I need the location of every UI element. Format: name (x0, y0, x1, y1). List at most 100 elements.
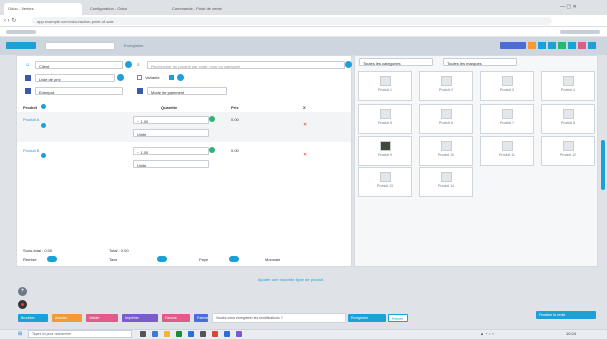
warehouse-select[interactable]: Entrepot (35, 87, 123, 95)
validate-button[interactable]: Valider (86, 314, 118, 322)
toolbar-icon-button[interactable] (538, 42, 546, 49)
payment-select[interactable]: Mode de paiement (147, 87, 227, 95)
discount-label: Remise (23, 257, 37, 262)
image-placeholder-icon (562, 76, 574, 86)
add-icon[interactable]: + (18, 287, 27, 296)
image-placeholder-icon (562, 109, 574, 119)
browser-tab[interactable]: Odoo - Ventes (4, 3, 82, 15)
window-controls[interactable]: — ▢ ✕ (560, 4, 600, 11)
warehouse-icon (25, 88, 31, 94)
product-card[interactable]: Produit 1 (358, 71, 412, 101)
toolbar-icon-button[interactable] (578, 42, 586, 49)
product-info-icon[interactable] (41, 153, 46, 158)
minus-icon[interactable]: − (137, 150, 139, 155)
product-card[interactable]: Produit 7 (480, 104, 534, 134)
search-go-button[interactable] (345, 61, 352, 68)
customer-select[interactable]: Client (35, 61, 123, 69)
system-tray-icons[interactable]: ▲ ◔ ♪ ⌁ (480, 331, 494, 336)
image-placeholder-icon (562, 141, 574, 151)
unit-select[interactable]: Unite (133, 160, 209, 168)
browser-tab[interactable]: Configuration - Odoo (86, 3, 166, 15)
taskbar-search[interactable]: Tapez ici pour rechercher (28, 330, 132, 338)
total-text: Total : 0.00 (109, 248, 129, 253)
product-card[interactable]: Produit 10 (419, 136, 473, 166)
toolbar-action-button[interactable] (500, 42, 526, 49)
chrome-icon[interactable] (212, 331, 218, 337)
invoice-button[interactable]: Facture (162, 314, 190, 322)
toolbar-icon-button[interactable] (528, 42, 536, 49)
draft-button[interactable]: Brouillon (18, 314, 48, 322)
toolbar-icon-button[interactable] (558, 42, 566, 49)
pricelist-select[interactable]: Liste de prix (35, 74, 115, 82)
plus-button[interactable] (209, 147, 215, 153)
brand-filter[interactable]: Toutes les marques (443, 58, 517, 66)
product-card[interactable]: Produit 2 (419, 71, 473, 101)
toolbar-icon-button[interactable] (588, 42, 596, 49)
product-card[interactable]: Produit 12 (541, 136, 595, 166)
add-product-line-link[interactable]: Ajouter une nouvelle ligne de produit (258, 277, 323, 282)
quantity-value: 1.00 (140, 119, 149, 124)
plus-button[interactable] (209, 116, 215, 122)
image-placeholder-icon (379, 76, 391, 86)
variant-checkbox[interactable] (137, 75, 142, 80)
product-search-input[interactable]: Rechercher un produit par code, nom ou c… (147, 61, 345, 69)
remove-row-icon[interactable]: ✕ (303, 152, 307, 158)
product-card[interactable]: Produit 9 (358, 136, 412, 166)
browser-tab[interactable]: Commande - Point de vente (168, 3, 248, 15)
quantity-input[interactable]: − 1.00 (133, 116, 209, 124)
product-card[interactable]: Produit 14 (419, 167, 473, 197)
app-icon[interactable] (236, 331, 242, 337)
product-card[interactable]: Produit 4 (541, 71, 595, 101)
tax-toggle[interactable] (157, 256, 167, 262)
discount-toggle[interactable] (47, 256, 57, 262)
task-view-icon[interactable] (140, 331, 146, 337)
paid-toggle[interactable] (229, 256, 239, 262)
bookmark-item[interactable] (560, 30, 600, 34)
product-card[interactable]: Produit 8 (541, 104, 595, 134)
app-icon[interactable] (224, 331, 230, 337)
finalize-sale-button[interactable]: Finaliser la vente (536, 311, 596, 319)
remove-row-icon[interactable]: ✕ (303, 122, 307, 128)
product-card[interactable]: Produit 13 (358, 167, 412, 197)
toolbar-icon-button[interactable] (568, 42, 576, 49)
folder-icon[interactable] (164, 331, 170, 337)
toolbar-icon-button[interactable] (548, 42, 556, 49)
payment-button[interactable]: Paiement (194, 314, 208, 322)
add-customer-button[interactable] (125, 61, 132, 68)
app-icon[interactable] (200, 331, 206, 337)
app-icon[interactable] (176, 331, 182, 337)
product-card[interactable]: Produit 3 (480, 71, 534, 101)
minus-icon[interactable]: − (137, 119, 139, 124)
column-header-remove: X (303, 105, 306, 110)
windows-start-icon[interactable]: ⊞ (18, 331, 22, 337)
bookmarks-bar (0, 27, 607, 37)
product-info-icon[interactable] (41, 123, 46, 128)
notification-close-button[interactable]: Fermer (388, 314, 408, 322)
cancel-button[interactable]: Annuler (52, 314, 82, 322)
pricelist-button[interactable] (117, 74, 124, 81)
product-card[interactable]: Produit 11 (480, 136, 534, 166)
category-filter[interactable]: Toutes les categories (359, 58, 433, 66)
quantity-input[interactable]: − 1.00 (133, 147, 209, 155)
tax-label: Taxe (109, 257, 118, 262)
print-button[interactable]: Imprimer (122, 314, 158, 322)
app-icon[interactable] (188, 331, 194, 337)
notification-save-button[interactable]: Enregistrer (348, 314, 386, 322)
variant-toggle[interactable] (169, 75, 174, 80)
record-button[interactable] (18, 300, 27, 309)
unit-select[interactable]: Unite (133, 129, 209, 137)
app-icon[interactable] (152, 331, 158, 337)
url-field[interactable]: app.example.com/odoo/action-point-of-sal… (32, 17, 552, 25)
scrollbar-thumb[interactable] (601, 140, 605, 190)
quantity-value: 1.00 (140, 150, 149, 155)
menu-button[interactable] (6, 42, 36, 49)
product-name-link[interactable]: Produit A (23, 117, 39, 122)
nav-arrows-icon[interactable]: ‹ › ↻ (4, 17, 16, 24)
product-card[interactable]: Produit 5 (358, 104, 412, 134)
product-card[interactable]: Produit 6 (419, 104, 473, 134)
header-search[interactable] (45, 42, 115, 50)
product-name-link[interactable]: Produit B (23, 148, 39, 153)
variant-info-button[interactable] (177, 74, 184, 81)
header-breadcrumb: Enregistrer (124, 43, 144, 48)
bookmark-item[interactable] (6, 30, 36, 34)
